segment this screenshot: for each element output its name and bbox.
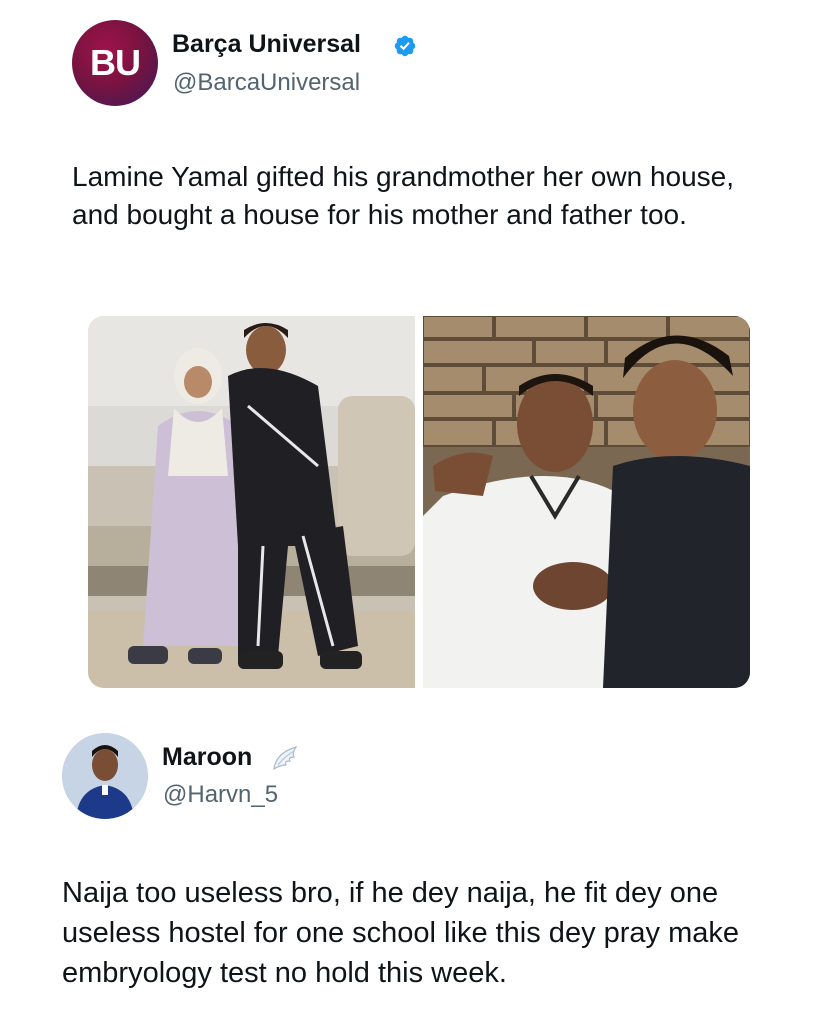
display-name[interactable]: Maroon: [162, 743, 252, 772]
post-text: Naija too useless bro, if he dey naija, …: [62, 877, 740, 989]
user-handle[interactable]: @Harvn_5: [163, 781, 278, 809]
media-grid[interactable]: [88, 316, 750, 688]
post-text: Lamine Yamal gifted his grandmother her …: [72, 161, 735, 230]
photo-father-image: [423, 316, 750, 688]
photo-grandmother-image: [88, 316, 415, 688]
user-handle[interactable]: @BarcaUniversal: [173, 69, 360, 97]
avatar[interactable]: BU: [72, 20, 158, 106]
quoted-post: BU Barça Universal @BarcaUniversal Lamin…: [0, 0, 820, 715]
photo-father[interactable]: [423, 316, 750, 688]
avatar-logo: BU: [90, 42, 141, 83]
angel-wing-icon: [273, 745, 298, 771]
verified-badge-icon: [394, 35, 416, 57]
avatar-image: [62, 733, 148, 819]
avatar[interactable]: [62, 733, 148, 819]
display-name[interactable]: Barça Universal: [172, 30, 361, 59]
photo-grandmother[interactable]: [88, 316, 415, 688]
